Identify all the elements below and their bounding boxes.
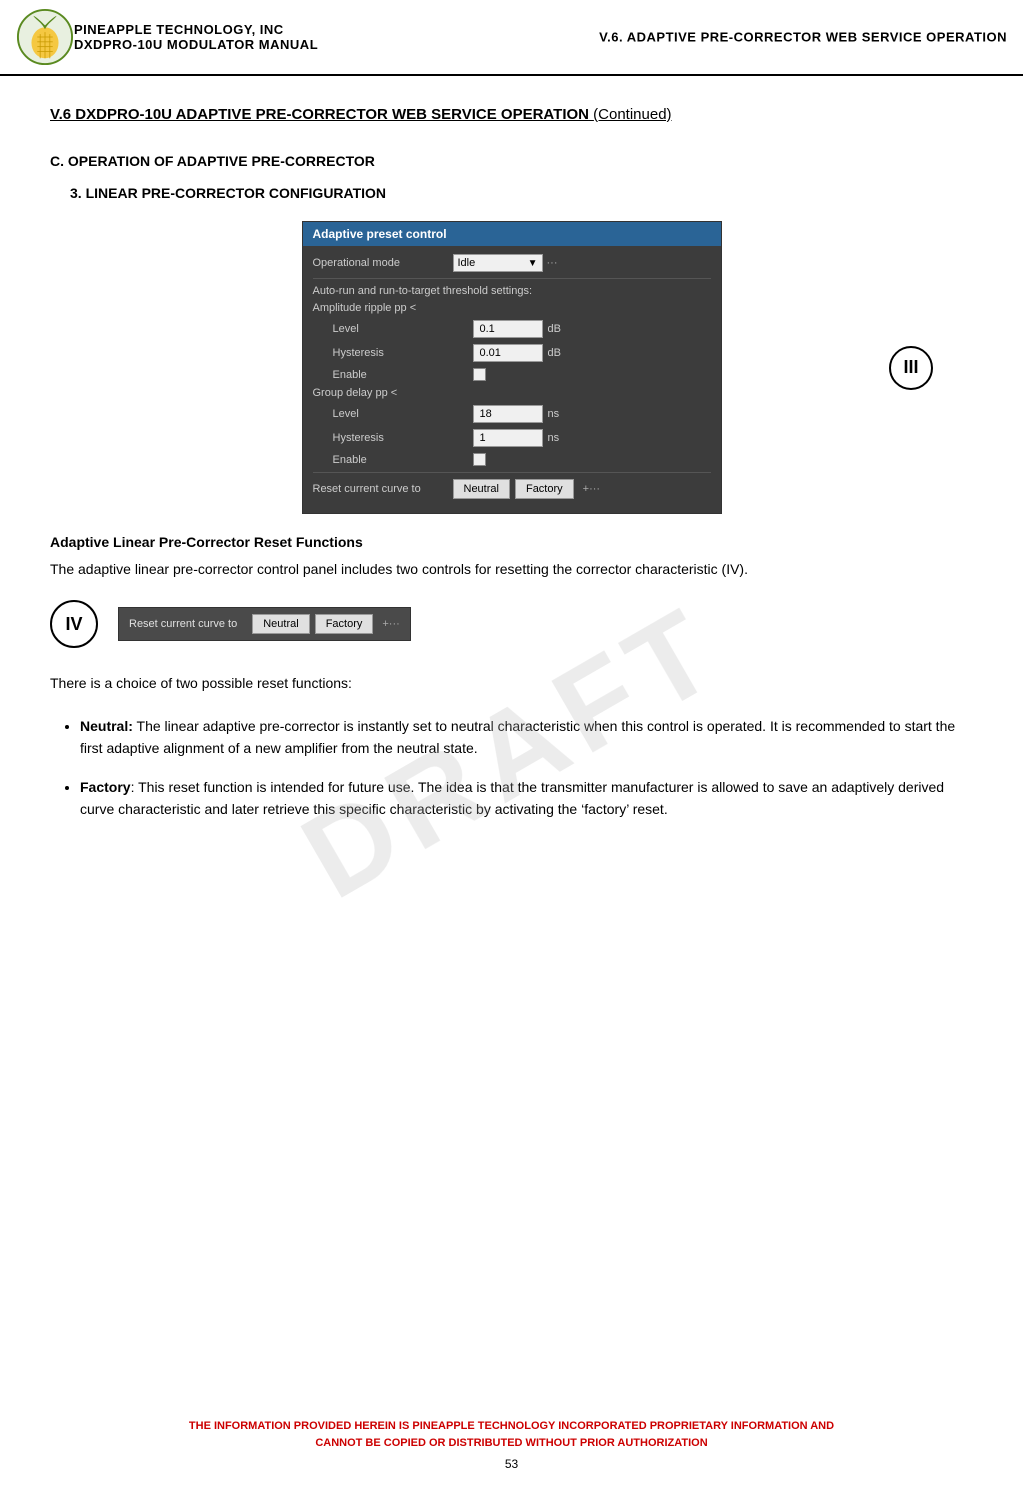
cp-gd-hysteresis-value[interactable]: 1 xyxy=(473,429,543,447)
cp-reset-row: Reset current curve to Neutral Factory +… xyxy=(313,479,711,499)
cp-amplitude-row: Amplitude ripple pp < xyxy=(313,302,711,314)
cp-amplitude-hysteresis-row: Hysteresis 0.01 dB xyxy=(333,344,711,362)
cp-op-mode-dropdown[interactable]: Idle ▼ xyxy=(453,254,543,272)
cp-factory-button[interactable]: Factory xyxy=(515,479,574,499)
cp-amplitude-level-row: Level 0.1 dB xyxy=(333,320,711,338)
bullet-neutral-term: Neutral: xyxy=(80,718,133,734)
cp-gd-enable-row: Enable xyxy=(333,453,711,466)
cp-amplitude-hysteresis-unit: dB xyxy=(548,347,561,359)
bullet-factory-term: Factory xyxy=(80,779,131,795)
page-number: 53 xyxy=(20,1455,1003,1473)
iv-wrapper: IV Reset current curve to Neutral Factor… xyxy=(50,600,973,648)
page-title: V.6 DXDPRO-10U ADAPTIVE PRE-CORRECTOR WE… xyxy=(50,106,973,123)
cp-group-delay-row: Group delay pp < xyxy=(313,387,711,399)
cp-amplitude-enable-checkbox[interactable] xyxy=(473,368,486,381)
footer-line2: CANNOT BE COPIED OR DISTRIBUTED WITHOUT … xyxy=(20,1435,1003,1452)
cp-body: Operational mode Idle ▼ ··· Auto-run and… xyxy=(303,246,721,513)
cp-gd-level-row: Level 18 ns xyxy=(333,405,711,423)
circle-label-iii: III xyxy=(889,346,933,390)
cp-amplitude-hysteresis-value[interactable]: 0.01 xyxy=(473,344,543,362)
adaptive-reset-body: The adaptive linear pre-corrector contro… xyxy=(50,558,973,580)
cp-title: Adaptive preset control xyxy=(303,222,721,246)
circle-label-iv: IV xyxy=(50,600,98,648)
cp-op-mode-value: Idle xyxy=(458,257,476,269)
cp-gd-hysteresis-label: Hysteresis xyxy=(333,432,473,444)
cp-divider-1 xyxy=(313,278,711,279)
bullet-factory-text: : This reset function is intended for fu… xyxy=(80,779,944,817)
cp-group-delay-label: Group delay pp < xyxy=(313,387,453,399)
cp-gd-hysteresis-unit: ns xyxy=(548,432,560,444)
footer: THE INFORMATION PROVIDED HEREIN IS PINEA… xyxy=(0,1418,1023,1473)
cp-gd-level-label: Level xyxy=(333,408,473,420)
section-c-heading: C. OPERATION OF ADAPTIVE PRE-CORRECTOR xyxy=(50,153,973,169)
cp-dropdown-arrow: ▼ xyxy=(528,258,538,269)
cp-op-mode-row: Operational mode Idle ▼ ··· xyxy=(313,254,711,272)
cp-dots-menu-1[interactable]: ··· xyxy=(547,257,558,269)
cp-gd-level-unit: ns xyxy=(548,408,560,420)
cp-amplitude-level-value[interactable]: 0.1 xyxy=(473,320,543,338)
cp-autorun-label: Auto-run and run-to-target threshold set… xyxy=(313,285,711,297)
iv-factory-button[interactable]: Factory xyxy=(315,614,374,634)
cp-amplitude-enable-row: Enable xyxy=(333,368,711,381)
cp-gd-enable-checkbox[interactable] xyxy=(473,453,486,466)
iv-reset-label: Reset current curve to xyxy=(129,618,237,630)
cp-amplitude-hysteresis-label: Hysteresis xyxy=(333,347,473,359)
cp-reset-label: Reset current curve to xyxy=(313,483,453,495)
cp-dots-menu-2[interactable]: +··· xyxy=(583,483,600,495)
section-title: V.6. ADAPTIVE PRE-CORRECTOR WEB SERVICE … xyxy=(599,30,1007,45)
footer-line1: THE INFORMATION PROVIDED HEREIN IS PINEA… xyxy=(20,1418,1003,1435)
cp-op-mode-label: Operational mode xyxy=(313,257,453,269)
bullet-factory: Factory: This reset function is intended… xyxy=(80,776,973,821)
cp-gd-hysteresis-row: Hysteresis 1 ns xyxy=(333,429,711,447)
page-header: PINEAPPLE TECHNOLOGY, INC DXDPRO-10U MOD… xyxy=(0,0,1023,76)
adaptive-reset-heading: Adaptive Linear Pre-Corrector Reset Func… xyxy=(50,534,973,550)
company-logo xyxy=(16,8,74,66)
cp-amplitude-label: Amplitude ripple pp < xyxy=(313,302,453,314)
main-content: V.6 DXDPRO-10U ADAPTIVE PRE-CORRECTOR WE… xyxy=(0,76,1023,860)
choice-text: There is a choice of two possible reset … xyxy=(50,672,973,694)
control-panel-wrapper: Adaptive preset control Operational mode… xyxy=(50,221,973,514)
page-title-main: V.6 DXDPRO-10U ADAPTIVE PRE-CORRECTOR WE… xyxy=(50,106,589,123)
adaptive-preset-control-panel: Adaptive preset control Operational mode… xyxy=(302,221,722,514)
sub-heading: 3. LINEAR PRE-CORRECTOR CONFIGURATION xyxy=(70,185,973,201)
cp-amplitude-enable-label: Enable xyxy=(333,369,473,381)
iv-reset-panel: Reset current curve to Neutral Factory +… xyxy=(118,607,411,641)
cp-amplitude-level-unit: dB xyxy=(548,323,561,335)
iv-neutral-button[interactable]: Neutral xyxy=(252,614,309,634)
cp-gd-enable-label: Enable xyxy=(333,454,473,466)
cp-neutral-button[interactable]: Neutral xyxy=(453,479,510,499)
bullet-neutral: Neutral: The linear adaptive pre-correct… xyxy=(80,715,973,760)
cp-amplitude-level-label: Level xyxy=(333,323,473,335)
continued-label: (Continued) xyxy=(593,106,671,123)
iv-dots-menu[interactable]: +··· xyxy=(382,618,399,630)
bullet-neutral-text: The linear adaptive pre-corrector is ins… xyxy=(80,718,955,756)
bullet-list: Neutral: The linear adaptive pre-correct… xyxy=(80,715,973,821)
cp-gd-level-value[interactable]: 18 xyxy=(473,405,543,423)
cp-divider-2 xyxy=(313,472,711,473)
